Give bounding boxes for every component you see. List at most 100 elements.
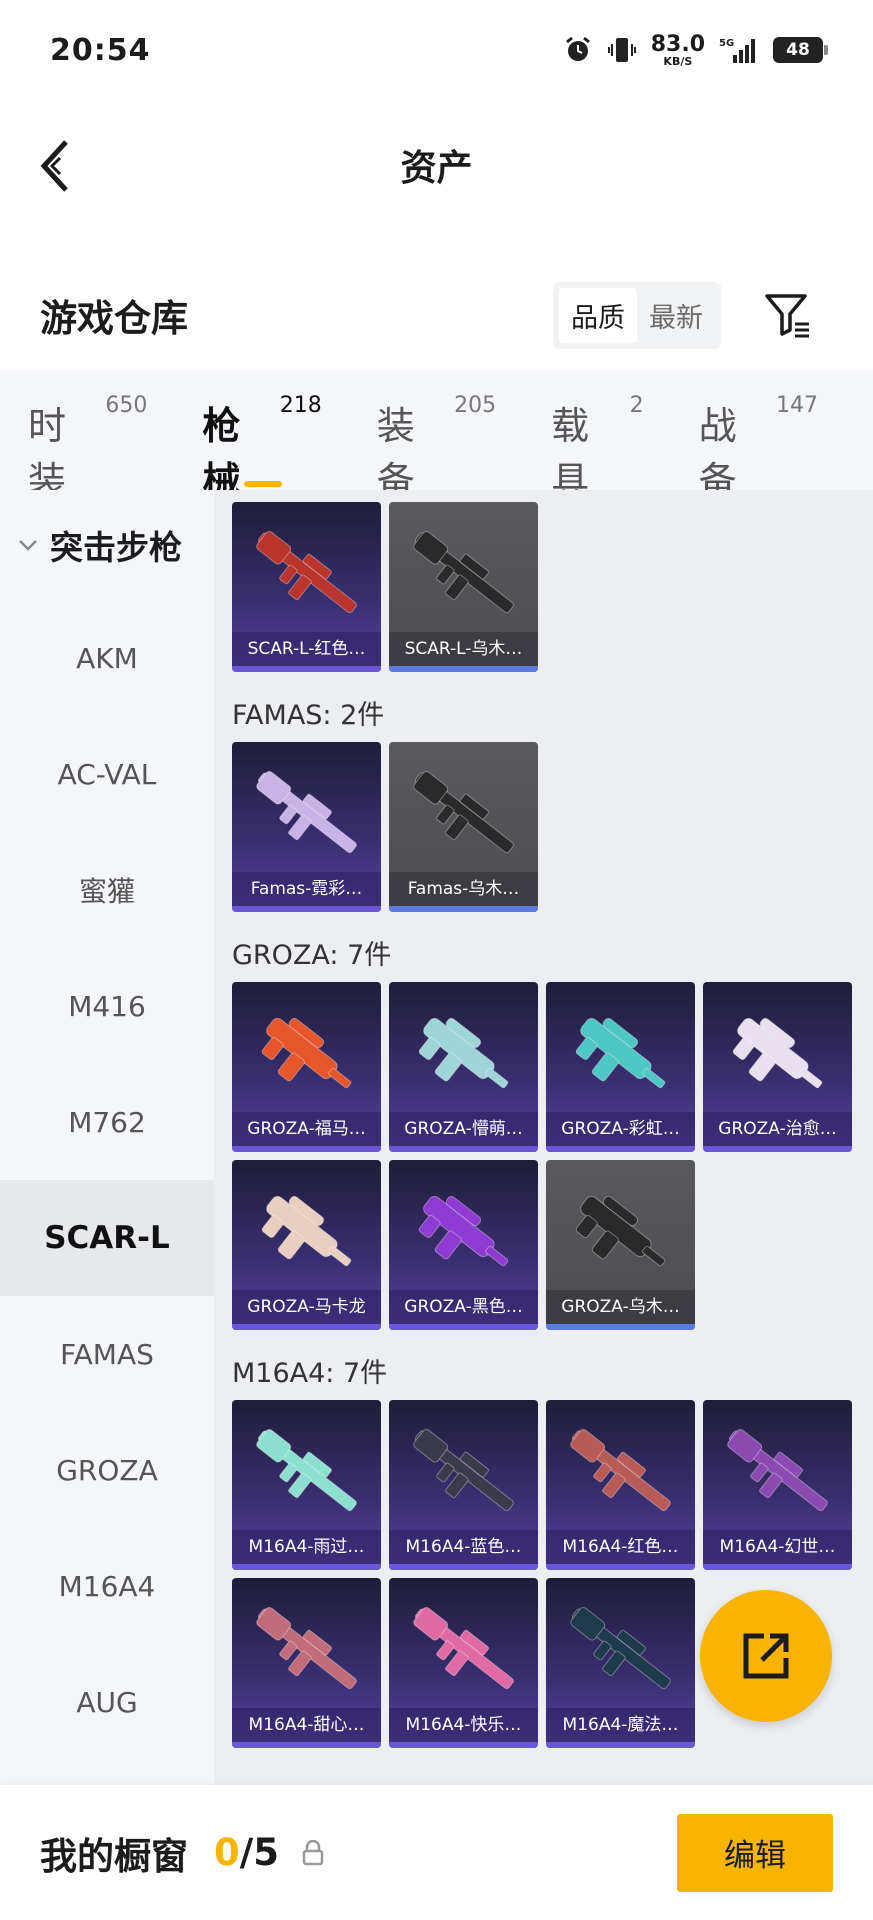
status-bar: 20:54 83.0 KB/S 5G 48 <box>0 0 873 100</box>
sidebar-item[interactable]: SCAR-L <box>0 1180 214 1296</box>
weapon-name: GROZA-彩虹… <box>546 1112 695 1146</box>
sort-toggle: 品质 最新 <box>553 281 721 349</box>
tab-item[interactable]: 枪械 218 <box>202 393 321 503</box>
network-speed: 83.0 KB/S <box>650 31 705 67</box>
sidebar-item[interactable]: AUG <box>0 1644 214 1760</box>
status-time: 20:54 <box>50 32 151 68</box>
sidebar-item[interactable]: M416 <box>0 948 214 1064</box>
weapon-card[interactable]: M16A4-快乐… <box>389 1578 538 1748</box>
tab-count: 205 <box>454 393 497 418</box>
vibrate-icon <box>607 38 636 62</box>
weapon-skin-image <box>413 770 514 854</box>
weapon-skin-image <box>732 1017 823 1089</box>
share-external-icon <box>743 1633 789 1679</box>
rarity-bar <box>232 666 381 672</box>
weapon-name: Famas-霓彩… <box>232 872 381 906</box>
category-label: 突击步枪 <box>50 528 182 567</box>
weapon-name: GROZA-福马… <box>232 1112 381 1146</box>
page-header: 资产 <box>0 100 873 230</box>
group-gap <box>232 912 873 922</box>
weapon-card[interactable]: SCAR-L-乌木… <box>389 502 538 672</box>
battery-icon: 48 <box>773 37 828 63</box>
weapon-card[interactable]: M16A4-蓝色… <box>389 1400 538 1570</box>
weapon-card[interactable]: GROZA-乌木… <box>546 1160 695 1330</box>
weapon-skin-image <box>413 530 514 614</box>
weapon-skin-image <box>575 1017 666 1089</box>
weapon-card[interactable]: Famas-乌木… <box>389 742 538 912</box>
page-title: 资产 <box>400 148 473 189</box>
rarity-bar <box>546 1564 695 1570</box>
weapon-card[interactable]: GROZA-彩虹… <box>546 982 695 1152</box>
rarity-bar <box>232 1146 381 1152</box>
group-gap <box>232 1748 873 1758</box>
weapon-name: GROZA-治愈… <box>703 1112 852 1146</box>
tab-item[interactable]: 载具 2 <box>551 393 644 503</box>
category-tabs: 时装 650 枪械 218 装备 205 载具 2 战备 147 <box>0 370 873 503</box>
rarity-bar <box>389 1146 538 1152</box>
category-header[interactable]: 突击步枪 <box>0 490 214 600</box>
weapon-card[interactable]: SCAR-L-红色… <box>232 502 381 672</box>
weapon-name: GROZA-乌木… <box>546 1290 695 1324</box>
weapon-name: Famas-乌木… <box>389 872 538 906</box>
sidebar-item[interactable]: M762 <box>0 1064 214 1180</box>
rarity-bar <box>232 1742 381 1748</box>
sidebar-item[interactable]: GROZA <box>0 1412 214 1528</box>
rarity-bar <box>232 1324 381 1330</box>
weapon-name: SCAR-L-红色… <box>232 632 381 666</box>
rarity-bar <box>546 1324 695 1330</box>
weapon-card[interactable]: M16A4-甜心… <box>232 1578 381 1748</box>
weapon-name: M16A4-甜心… <box>232 1708 381 1742</box>
weapon-name: M16A4-魔法… <box>546 1708 695 1742</box>
weapon-card[interactable]: M16A4-魔法… <box>546 1578 695 1748</box>
edit-button[interactable]: 编辑 <box>677 1813 833 1892</box>
sidebar-item[interactable]: AC-VAL <box>0 716 214 832</box>
weapon-name: M16A4-红色… <box>546 1530 695 1564</box>
group-title: M16A4: 7件 <box>232 1357 388 1389</box>
chevron-down-icon <box>19 540 37 551</box>
weapon-card[interactable]: M16A4-红色… <box>546 1400 695 1570</box>
weapon-card[interactable]: GROZA-黑色… <box>389 1160 538 1330</box>
sidebar-item[interactable]: AKM <box>0 600 214 716</box>
weapon-card[interactable]: GROZA-治愈… <box>703 982 852 1152</box>
showcase-count: 0/5 <box>214 1831 279 1874</box>
group-title: FAMAS: 2件 <box>232 699 385 731</box>
weapon-card[interactable]: GROZA-福马… <box>232 982 381 1152</box>
rarity-bar <box>389 1564 538 1570</box>
tab-count: 650 <box>105 393 148 418</box>
group-gap <box>232 1330 873 1340</box>
weapon-skin-image <box>570 1428 671 1512</box>
weapon-skin-image <box>418 1195 509 1267</box>
rarity-bar <box>546 1742 695 1748</box>
showcase-current: 0 <box>214 1831 240 1874</box>
weapon-card[interactable]: GROZA-懵萌… <box>389 982 538 1152</box>
weapon-skin-image <box>575 1195 666 1267</box>
net-speed-value: 83.0 <box>650 31 705 57</box>
tab-count: 2 <box>629 393 644 418</box>
sidebar-item[interactable]: 蜜獾 <box>0 832 214 948</box>
showcase-total: /5 <box>239 1831 280 1874</box>
tab-count: 147 <box>776 393 818 418</box>
sidebar-item[interactable]: M16A4 <box>0 1528 214 1644</box>
filter-icon[interactable] <box>763 290 813 340</box>
weapon-name: M16A4-蓝色… <box>389 1530 538 1564</box>
alarm-icon <box>565 36 590 61</box>
sidebar-item[interactable]: FAMAS <box>0 1296 214 1412</box>
share-fab[interactable] <box>700 1590 832 1722</box>
weapon-skin-image <box>256 530 357 614</box>
weapon-card[interactable]: Famas-霓彩… <box>232 742 381 912</box>
tab-item[interactable]: 战备 147 <box>699 393 818 503</box>
back-arrow-icon[interactable] <box>36 136 76 196</box>
sort-quality-option[interactable]: 品质 <box>559 287 637 343</box>
weapon-name: GROZA-懵萌… <box>389 1112 538 1146</box>
tab-item[interactable]: 装备 205 <box>377 393 497 503</box>
sort-latest-option[interactable]: 最新 <box>637 288 715 343</box>
warehouse-row: 游戏仓库 品质 最新 <box>0 265 873 365</box>
weapon-card[interactable]: M16A4-雨过… <box>232 1400 381 1570</box>
rarity-bar <box>546 1146 695 1152</box>
rarity-bar <box>389 666 538 672</box>
tab-item[interactable]: 时装 650 <box>28 393 148 503</box>
weapon-card[interactable]: GROZA-马卡龙 <box>232 1160 381 1330</box>
weapon-card[interactable]: M16A4-幻世… <box>703 1400 852 1570</box>
weapon-grid: SCAR-L-红色… SCAR-L-乌木… <box>232 502 872 672</box>
